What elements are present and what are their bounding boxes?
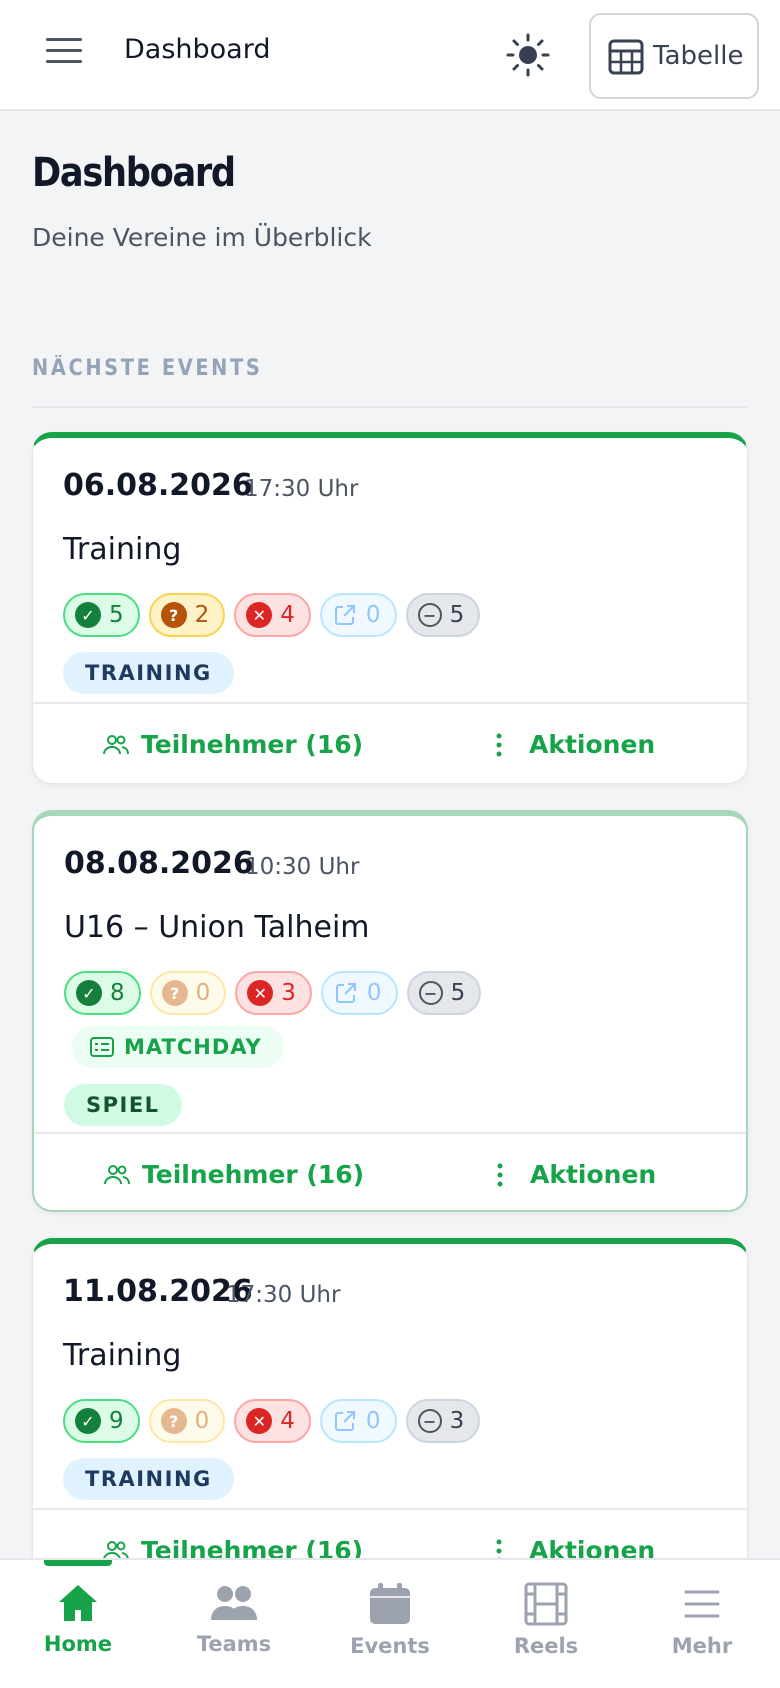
event-type-tag: SPIEL (64, 1084, 182, 1126)
maybe-count-chip[interactable]: ? 0 (148, 1399, 226, 1443)
nav-label: Home (43, 1632, 113, 1656)
no-count-chip[interactable]: ✕ 4 (234, 1399, 311, 1443)
external-count-chip[interactable]: 0 (320, 971, 398, 1015)
no-count-chip[interactable]: ✕ 3 (235, 971, 312, 1015)
x-icon: ✕ (247, 980, 274, 1006)
matchday-badge[interactable]: MATCHDAY (72, 1026, 284, 1068)
event-card[interactable]: 06.08.2026 17:30 Uhr Training ✓ 5 ? 2 ✕ 4 0… (32, 432, 748, 784)
event-type-tag: TRAINING (63, 1458, 234, 1500)
minus-circle-icon: − (417, 603, 442, 627)
page-title: Dashboard (32, 150, 236, 196)
event-time: 17:30 Uhr (226, 1282, 341, 1308)
header-title: Dashboard (124, 34, 271, 65)
nav-label: Events (350, 1634, 430, 1658)
x-icon: ✕ (246, 602, 273, 628)
question-icon: ? (160, 602, 187, 628)
card-actions: Teilnehmer (16) Aktionen (33, 702, 747, 783)
users-icon (104, 1164, 130, 1184)
maybe-count-chip[interactable]: ? 0 (149, 971, 227, 1015)
event-date: 08.08.2026 (64, 846, 254, 881)
more-vertical-icon (496, 733, 502, 756)
x-icon: ✕ (246, 1408, 273, 1434)
external-count-chip[interactable]: 0 (319, 593, 397, 637)
question-icon: ? (160, 1408, 187, 1434)
calendar-icon (370, 1583, 410, 1624)
no-count-chip[interactable]: ✕ 4 (234, 593, 311, 637)
film-icon (524, 1582, 568, 1626)
attendance-chips: ✓ 8 ? 0 ✕ 3 0 −5 (64, 971, 482, 1015)
nav-reels[interactable]: Reels (486, 1582, 606, 1658)
section-divider (32, 406, 748, 408)
users-icon (103, 734, 129, 754)
nav-label: Reels (513, 1634, 579, 1658)
page-subtitle: Deine Vereine im Überblick (32, 223, 372, 252)
event-date: 11.08.2026 (63, 1274, 253, 1309)
question-icon: ? (161, 980, 188, 1006)
nav-label: Teams (196, 1632, 272, 1656)
yes-count-chip[interactable]: ✓ 5 (63, 593, 140, 637)
event-title: U16 – Union Talheim (64, 910, 370, 945)
more-vertical-icon (497, 1163, 503, 1186)
table-icon (608, 39, 644, 75)
participants-button[interactable]: Teilnehmer (16) (104, 1160, 364, 1189)
check-icon: ✓ (76, 980, 102, 1006)
no-response-count-chip[interactable]: −5 (406, 971, 482, 1015)
section-title: NÄCHSTE EVENTS (32, 356, 263, 381)
nav-label: Mehr (671, 1634, 733, 1658)
active-tab-indicator (44, 1560, 112, 1566)
nav-events[interactable]: Events (330, 1582, 450, 1658)
event-time: 17:30 Uhr (244, 476, 359, 502)
lineup-card-icon (90, 1037, 114, 1057)
nav-home[interactable]: Home (18, 1582, 138, 1656)
external-link-icon (332, 602, 358, 628)
table-view-label: Tabelle (653, 41, 744, 71)
menu-icon (684, 1590, 720, 1618)
event-time: 10:30 Uhr (245, 854, 360, 880)
event-date: 06.08.2026 (63, 468, 253, 503)
minus-circle-icon: − (418, 981, 443, 1005)
attendance-chips: ✓ 9 ? 0 ✕ 4 0 −3 (63, 1399, 481, 1443)
sun-icon[interactable] (505, 32, 551, 78)
hamburger-menu-icon[interactable] (46, 38, 82, 68)
home-icon (59, 1585, 97, 1621)
table-view-button[interactable]: Tabelle (589, 13, 759, 99)
users-icon (211, 1586, 257, 1620)
minus-circle-icon: − (417, 1409, 442, 1433)
nav-more[interactable]: Mehr (642, 1582, 762, 1658)
no-response-count-chip[interactable]: −5 (405, 593, 481, 637)
yes-count-chip[interactable]: ✓ 8 (64, 971, 141, 1015)
event-title: Training (63, 1338, 182, 1373)
attendance-chips: ✓ 5 ? 2 ✕ 4 0 −5 (63, 593, 481, 637)
event-title: Training (63, 532, 182, 567)
check-icon: ✓ (75, 602, 101, 628)
card-actions: Teilnehmer (16) Aktionen (34, 1132, 746, 1210)
participants-button[interactable]: Teilnehmer (16) (103, 730, 363, 759)
yes-count-chip[interactable]: ✓ 9 (63, 1399, 140, 1443)
maybe-count-chip[interactable]: ? 2 (148, 593, 226, 637)
bottom-navigation: Home Teams Events Reels Mehr (0, 1558, 780, 1688)
actions-button[interactable]: Aktionen (496, 1160, 656, 1189)
external-count-chip[interactable]: 0 (319, 1399, 397, 1443)
nav-teams[interactable]: Teams (174, 1582, 294, 1656)
no-response-count-chip[interactable]: −3 (405, 1399, 481, 1443)
check-icon: ✓ (75, 1408, 101, 1434)
event-card[interactable]: 11.08.2026 17:30 Uhr Training ✓ 9 ? 0 ✕ 4 0… (32, 1238, 748, 1578)
top-bar: Dashboard Tabelle (0, 0, 780, 111)
actions-button[interactable]: Aktionen (495, 730, 655, 759)
external-link-icon (333, 980, 359, 1006)
event-type-tag: TRAINING (63, 652, 234, 694)
event-card[interactable]: 08.08.2026 10:30 Uhr U16 – Union Talheim… (32, 810, 748, 1212)
external-link-icon (332, 1408, 358, 1434)
